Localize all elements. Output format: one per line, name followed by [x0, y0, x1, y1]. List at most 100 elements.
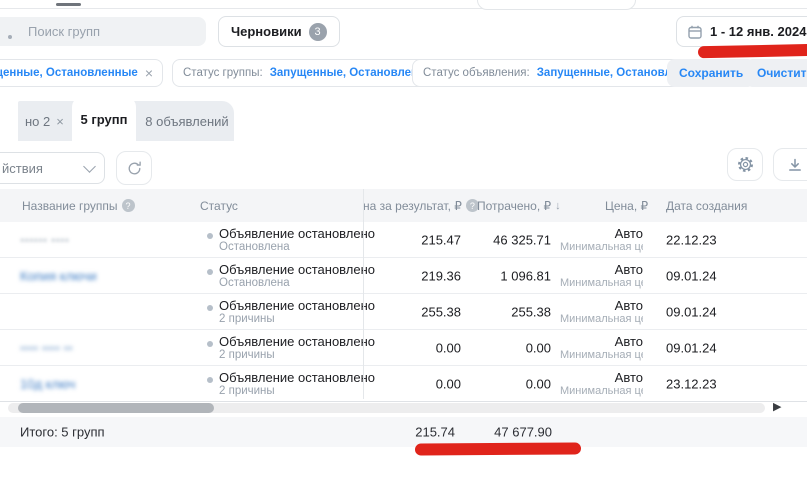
table-row[interactable]: •••• •••• •• Объявление остановлено 2 пр… — [0, 330, 807, 366]
created-date: 22.12.23 — [666, 232, 717, 247]
group-name-link[interactable]: Копия ключи — [20, 268, 97, 283]
status-text: Объявление остановлено — [219, 334, 375, 349]
date-range-label: 1 - 12 янв. 2024 — [710, 24, 806, 39]
created-date: 09.01.24 — [666, 304, 717, 319]
clear-filters-button[interactable]: Очистить — [745, 59, 807, 87]
status-dot-icon — [207, 305, 213, 311]
column-header-status[interactable]: Статус — [200, 189, 238, 222]
status-subtext: Остановлена — [219, 277, 290, 289]
refresh-icon — [126, 160, 143, 177]
table-row[interactable]: Объявление остановлено 2 причины 255.38 … — [0, 294, 807, 330]
cost-per-result-value: 215.47 — [361, 232, 461, 247]
actions-dropdown[interactable]: йствия — [0, 152, 105, 184]
help-icon[interactable]: ? — [122, 199, 135, 212]
spent-value: 0.00 — [461, 340, 551, 355]
column-header-spent-label: Потрачено, ₽ — [477, 199, 551, 213]
price-value: Авто — [560, 334, 643, 349]
horizontal-scrollbar[interactable] — [8, 403, 765, 413]
status-dot-icon — [207, 269, 213, 275]
drafts-label: Черновики — [231, 24, 302, 39]
group-name-link[interactable]: •••••• •••• — [20, 232, 69, 247]
table-header: Название группы ? Статус на за результат… — [0, 189, 807, 223]
status-dot-icon — [207, 377, 213, 383]
filter-chip-label: Статус группы: — [183, 67, 263, 79]
price-value: Авто — [560, 370, 643, 385]
horizontal-scrollbar-thumb[interactable] — [18, 403, 214, 413]
totals-cost-per-result: 215.74 — [355, 425, 455, 440]
column-header-spent[interactable]: Потрачено, ₽ ↓ — [477, 189, 561, 222]
close-icon[interactable]: × — [56, 114, 64, 129]
column-header-price-label: Цена, ₽ — [605, 199, 648, 213]
tab-ads[interactable]: 8 объявлений — [140, 101, 234, 141]
price-subtext: Минимальная це... — [560, 277, 643, 289]
table-settings-button[interactable] — [727, 148, 763, 181]
column-header-created-label: Дата создания — [666, 199, 747, 213]
group-name-link[interactable]: 10д ключ — [20, 376, 75, 391]
save-filters-button[interactable]: Сохранить — [667, 59, 755, 87]
top-ui-fragment — [56, 3, 81, 6]
status-subtext: Остановлена — [219, 241, 290, 253]
column-header-created[interactable]: Дата создания — [666, 189, 747, 222]
cost-per-result-value: 0.00 — [361, 340, 461, 355]
table-row[interactable]: •••••• •••• Объявление остановлено Остан… — [0, 222, 807, 258]
spent-value: 1 096.81 — [461, 268, 551, 283]
column-header-cost-label: на за результат, ₽ — [363, 199, 462, 213]
gear-icon — [736, 155, 755, 174]
spent-value: 255.38 — [461, 304, 551, 319]
frozen-column-divider — [363, 189, 364, 399]
drafts-count-badge: 3 — [309, 23, 327, 41]
price-subtext: Минимальная це... — [560, 241, 643, 253]
tab-groups[interactable]: 5 групп — [72, 97, 136, 141]
price-value: Авто — [560, 226, 643, 241]
status-subtext: 2 причины — [219, 349, 275, 361]
price-value: Авто — [560, 298, 643, 313]
column-header-status-label: Статус — [200, 199, 238, 213]
scroll-right-icon[interactable]: ▶ — [773, 400, 781, 413]
spent-value: 0.00 — [461, 376, 551, 391]
price-subtext: Минимальная це... — [560, 385, 643, 397]
table-row[interactable]: Копия ключи Объявление остановлено Остан… — [0, 258, 807, 294]
column-header-name[interactable]: Название группы ? — [22, 189, 135, 222]
cost-per-result-value: 255.38 — [361, 304, 461, 319]
top-divider — [0, 8, 807, 9]
status-text: Объявление остановлено — [219, 370, 375, 385]
date-range-picker[interactable]: 1 - 12 янв. 2024 — [676, 16, 807, 47]
status-text: Объявление остановлено — [219, 298, 375, 313]
sort-desc-icon: ↓ — [555, 200, 561, 212]
close-icon[interactable]: × — [145, 66, 153, 80]
created-date: 09.01.24 — [666, 340, 717, 355]
table-body: •••••• •••• Объявление остановлено Остан… — [0, 222, 807, 402]
search-input[interactable]: Поиск групп — [0, 17, 206, 46]
status-dot-icon — [207, 341, 213, 347]
created-date: 23.12.23 — [666, 376, 717, 391]
column-header-price[interactable]: Цена, ₽ — [605, 189, 648, 222]
price-subtext: Минимальная це... — [560, 349, 643, 361]
totals-label: Итого: 5 групп — [20, 425, 105, 440]
table-totals-row: Итого: 5 групп 215.74 47 677.90 — [0, 417, 807, 447]
status-subtext: 2 причины — [219, 385, 275, 397]
price-subtext: Минимальная це... — [560, 313, 643, 325]
chevron-down-icon — [83, 160, 96, 173]
ads-manager-screen: Поиск групп Черновики 3 1 - 12 янв. 2024… — [0, 0, 807, 487]
tab-bar: но 2 × 5 групп 8 объявлений — [18, 101, 234, 141]
red-marker-annotation-top — [698, 44, 807, 59]
download-icon — [787, 157, 803, 173]
status-subtext: 2 причины — [219, 313, 275, 325]
refresh-button[interactable] — [116, 151, 152, 185]
tab-selected-count-label: но 2 — [25, 114, 50, 129]
tab-selected-count[interactable]: но 2 × — [25, 101, 64, 141]
spent-value: 46 325.71 — [461, 232, 551, 247]
status-text: Объявление остановлено — [219, 226, 375, 241]
group-name-link[interactable]: •••• •••• •• — [20, 340, 73, 355]
filter-chip-campaign-status[interactable]: пущенные, Остановленные × — [0, 59, 163, 87]
table-row[interactable]: 10д ключ Объявление остановлено 2 причин… — [0, 366, 807, 402]
price-value: Авто — [560, 262, 643, 277]
top-button-fragment — [477, 0, 636, 10]
column-header-cost-per-result[interactable]: на за результат, ₽ ? — [363, 189, 479, 222]
export-button[interactable] — [773, 148, 807, 181]
filter-chip-value: пущенные, Остановленные — [0, 67, 138, 79]
drafts-button[interactable]: Черновики 3 — [218, 16, 340, 47]
calendar-icon — [687, 24, 703, 40]
column-header-name-label: Название группы — [22, 199, 118, 213]
filter-chip-label: Статус объявления: — [423, 67, 530, 79]
